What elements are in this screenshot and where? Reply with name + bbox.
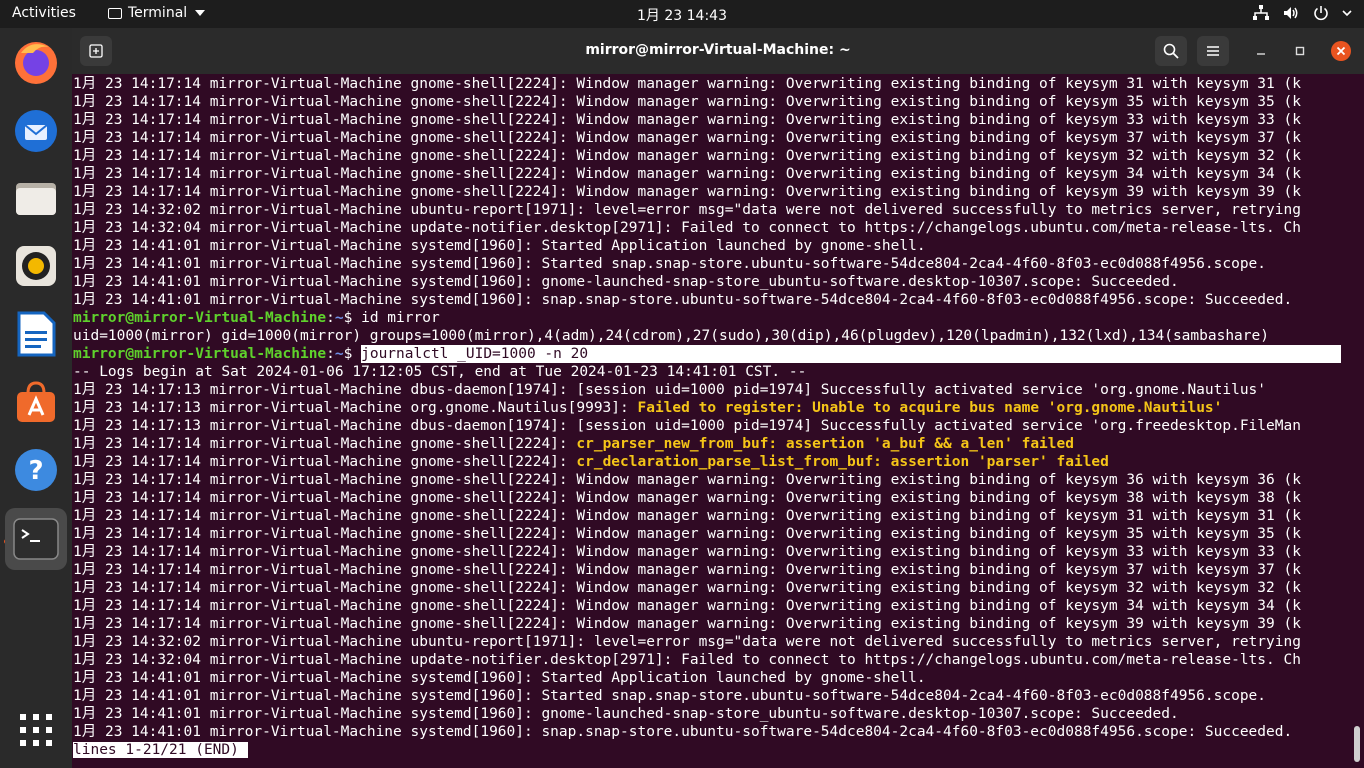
dock-item-writer[interactable] xyxy=(8,306,64,362)
dock-item-help[interactable]: ? xyxy=(8,442,64,498)
log-line: 1月 23 14:17:13 mirror-Virtual-Machine or… xyxy=(73,400,1223,416)
log-line: 1月 23 14:17:14 mirror-Virtual-Machine gn… xyxy=(73,436,1074,452)
pager-status: lines 1-21/21 (END) xyxy=(73,742,239,758)
terminal-content[interactable]: 1月 23 14:17:14 mirror-Virtual-Machine gn… xyxy=(73,75,1351,765)
log-line: 1月 23 14:17:14 mirror-Virtual-Machine gn… xyxy=(73,526,1301,542)
app-menu[interactable]: Terminal xyxy=(108,5,206,21)
log-line: 1月 23 14:17:14 mirror-Virtual-Machine gn… xyxy=(73,490,1301,506)
chevron-down-icon xyxy=(195,10,206,16)
log-line: 1月 23 14:41:01 mirror-Virtual-Machine sy… xyxy=(73,256,1267,272)
terminal-icon xyxy=(13,518,59,560)
hamburger-menu-icon xyxy=(1207,46,1219,56)
volume-icon[interactable] xyxy=(1282,4,1300,22)
log-line: 1月 23 14:17:14 mirror-Virtual-Machine gn… xyxy=(73,166,1301,182)
app-menu-label: Terminal xyxy=(128,5,188,21)
chevron-down-icon[interactable] xyxy=(1342,4,1352,22)
dock-item-rhythmbox[interactable] xyxy=(8,238,64,294)
title-bar[interactable]: mirror@mirror-Virtual-Machine: ~ xyxy=(72,28,1364,74)
files-icon xyxy=(16,183,56,215)
network-icon[interactable] xyxy=(1252,4,1270,22)
log-line: 1月 23 14:41:01 mirror-Virtual-Machine sy… xyxy=(73,724,1293,740)
thunderbird-icon xyxy=(15,110,57,152)
dock: ? xyxy=(0,28,72,768)
prompt-line: mirror@mirror-Virtual-Machine:~$ id mirr… xyxy=(73,310,440,326)
log-line: 1月 23 14:17:14 mirror-Virtual-Machine gn… xyxy=(73,544,1301,560)
terminal-window: mirror@mirror-Virtual-Machine: ~ 1月 23 1… xyxy=(72,28,1364,768)
log-line: 1月 23 14:17:14 mirror-Virtual-Machine gn… xyxy=(73,112,1301,128)
dock-item-firefox[interactable] xyxy=(8,34,64,90)
log-line: 1月 23 14:17:14 mirror-Virtual-Machine gn… xyxy=(73,616,1301,632)
log-line: 1月 23 14:17:14 mirror-Virtual-Machine gn… xyxy=(73,184,1301,200)
log-line: 1月 23 14:41:01 mirror-Virtual-Machine sy… xyxy=(73,670,926,686)
search-icon xyxy=(1163,43,1179,59)
search-button[interactable] xyxy=(1155,36,1187,66)
menu-button[interactable] xyxy=(1197,36,1229,66)
log-line: 1月 23 14:17:14 mirror-Virtual-Machine gn… xyxy=(73,94,1301,110)
terminal-app-icon xyxy=(108,7,122,19)
log-line: 1月 23 14:32:02 mirror-Virtual-Machine ub… xyxy=(73,634,1301,650)
close-icon xyxy=(1336,46,1346,56)
log-line: 1月 23 14:17:13 mirror-Virtual-Machine db… xyxy=(73,418,1301,434)
rhythmbox-icon xyxy=(16,246,56,286)
top-bar: Activities Terminal 1月 23 14:43 xyxy=(0,0,1364,28)
log-line: 1月 23 14:17:14 mirror-Virtual-Machine gn… xyxy=(73,562,1301,578)
svg-text:?: ? xyxy=(28,456,43,486)
app-grid-icon xyxy=(20,714,52,746)
help-icon: ? xyxy=(15,449,57,491)
command-text: id mirror xyxy=(361,310,440,326)
log-line: 1月 23 14:32:02 mirror-Virtual-Machine ub… xyxy=(73,202,1301,218)
scrollbar[interactable] xyxy=(1354,726,1360,762)
log-line: 1月 23 14:41:01 mirror-Virtual-Machine sy… xyxy=(73,274,1179,290)
log-line: 1月 23 14:32:04 mirror-Virtual-Machine up… xyxy=(73,220,1301,236)
log-line: 1月 23 14:32:04 mirror-Virtual-Machine up… xyxy=(73,652,1301,668)
dock-item-thunderbird[interactable] xyxy=(8,102,64,158)
log-line: 1月 23 14:17:14 mirror-Virtual-Machine gn… xyxy=(73,598,1301,614)
dock-item-terminal[interactable] xyxy=(5,508,67,570)
system-tray[interactable] xyxy=(1252,4,1352,22)
software-icon xyxy=(17,381,55,422)
log-line: 1月 23 14:17:14 mirror-Virtual-Machine gn… xyxy=(73,76,1301,92)
close-button[interactable] xyxy=(1331,41,1351,61)
current-command: journalctl _UID=1000 -n 20 xyxy=(361,345,1342,363)
prompt-line: mirror@mirror-Virtual-Machine:~$ journal… xyxy=(73,345,1351,363)
firefox-icon xyxy=(15,42,57,84)
minimize-button[interactable] xyxy=(1251,41,1271,61)
log-line: 1月 23 14:17:14 mirror-Virtual-Machine gn… xyxy=(73,508,1301,524)
writer-icon xyxy=(17,311,56,357)
pager-status-line: lines 1-21/21 (END) xyxy=(73,741,1351,759)
dock-item-files[interactable] xyxy=(8,170,64,226)
log-line: 1月 23 14:17:14 mirror-Virtual-Machine gn… xyxy=(73,130,1301,146)
log-line: 1月 23 14:17:13 mirror-Virtual-Machine db… xyxy=(73,382,1267,398)
log-line: 1月 23 14:17:14 mirror-Virtual-Machine gn… xyxy=(73,580,1301,596)
log-line: 1月 23 14:17:14 mirror-Virtual-Machine gn… xyxy=(73,472,1301,488)
log-line: 1月 23 14:17:14 mirror-Virtual-Machine gn… xyxy=(73,148,1301,164)
maximize-button[interactable] xyxy=(1290,41,1310,61)
dock-item-software[interactable] xyxy=(8,374,64,430)
log-line: 1月 23 14:41:01 mirror-Virtual-Machine sy… xyxy=(73,292,1293,308)
power-icon[interactable] xyxy=(1312,4,1330,22)
log-line: 1月 23 14:41:01 mirror-Virtual-Machine sy… xyxy=(73,688,1267,704)
log-line: 1月 23 14:41:01 mirror-Virtual-Machine sy… xyxy=(73,706,1179,722)
maximize-icon xyxy=(1295,46,1305,56)
activities-button[interactable]: Activities xyxy=(12,5,76,21)
command-output: uid=1000(mirror) gid=1000(mirror) groups… xyxy=(73,328,1269,344)
log-line: 1月 23 14:17:14 mirror-Virtual-Machine gn… xyxy=(73,454,1109,470)
log-line: 1月 23 14:41:01 mirror-Virtual-Machine sy… xyxy=(73,238,926,254)
minimize-icon xyxy=(1257,53,1265,55)
log-header: -- Logs begin at Sat 2024-01-06 17:12:05… xyxy=(73,364,807,380)
show-applications-button[interactable] xyxy=(8,702,64,758)
